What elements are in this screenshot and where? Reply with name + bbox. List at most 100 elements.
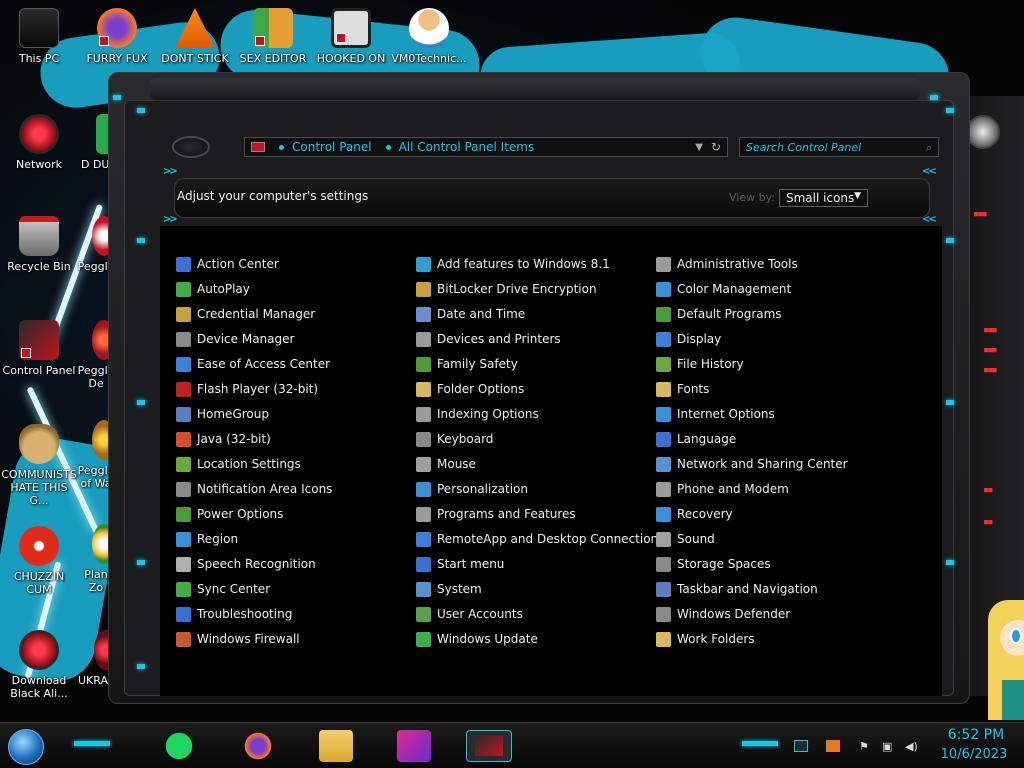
desktop-icon-chuzzin-cum[interactable]: CHUZZIN CUM (0, 526, 78, 596)
control-panel-item[interactable]: Network and Sharing Center (656, 454, 848, 474)
control-panel-item[interactable]: Windows Firewall (176, 629, 300, 649)
control-panel-item-label: AutoPlay (197, 282, 250, 296)
control-panel-item[interactable]: Device Manager (176, 329, 294, 349)
control-panel-item[interactable]: Sync Center (176, 579, 270, 599)
control-panel-item-label: Windows Firewall (197, 632, 300, 646)
control-panel-item[interactable]: Region (176, 529, 238, 549)
control-panel-item[interactable]: Action Center (176, 254, 279, 274)
firefox-icon[interactable] (241, 730, 275, 762)
gadget-readout: ■■■ (984, 366, 997, 374)
desktop-icon-recycle-bin[interactable]: Recycle Bin (0, 216, 78, 273)
control-panel-item[interactable]: Start menu (416, 554, 504, 574)
address-bar[interactable]: Control Panel All Control Panel Items ▼ … (244, 137, 728, 157)
control-panel-item[interactable]: Folder Options (416, 379, 524, 399)
control-panel-item[interactable]: Personalization (416, 479, 528, 499)
media-icon[interactable] (397, 730, 431, 762)
autoplay-icon (176, 281, 191, 297)
search-input[interactable]: Search Control Panel ⌕ (739, 137, 939, 157)
control-panel-item[interactable]: User Accounts (416, 604, 523, 624)
desktop-icon-download-black-ali[interactable]: Download Black Ali... (0, 630, 78, 700)
storage-spaces-icon (656, 556, 671, 572)
control-panel-item[interactable]: Phone and Modem (656, 479, 789, 499)
add-features-icon (416, 256, 431, 272)
chevron-down-icon[interactable]: ▼ (695, 142, 703, 153)
clock-time[interactable]: 6:52 PM (941, 727, 1011, 743)
control-panel-item[interactable]: BitLocker Drive Encryption (416, 279, 597, 299)
control-panel-item[interactable]: Devices and Printers (416, 329, 561, 349)
control-panel-item[interactable]: Administrative Tools (656, 254, 798, 274)
control-panel-item[interactable]: HomeGroup (176, 404, 269, 424)
control-panel-item[interactable]: Flash Player (32-bit) (176, 379, 318, 399)
control-panel-item[interactable]: Indexing Options (416, 404, 539, 424)
desktop-icon-dont-stick[interactable]: DONT STICK (156, 8, 234, 65)
control-panel-taskbar-button[interactable] (466, 730, 512, 762)
control-panel-item[interactable]: RemoteApp and Desktop Connections (416, 529, 664, 549)
control-panel-item[interactable]: Storage Spaces (656, 554, 771, 574)
spotify-icon[interactable] (162, 730, 196, 762)
display-tray-icon[interactable] (794, 740, 808, 752)
desktop-icon-hooked-on[interactable]: HOOKED ON (312, 8, 390, 65)
network-icon[interactable]: ▣ (882, 740, 896, 753)
control-panel-item[interactable]: Color Management (656, 279, 791, 299)
search-icon[interactable]: ⌕ (926, 141, 932, 155)
desktop-icon-sex-editor[interactable]: SEX EDITOR (234, 8, 312, 65)
control-panel-item[interactable]: Default Programs (656, 304, 782, 324)
control-panel-item[interactable]: Sound (656, 529, 715, 549)
control-panel-item-label: Default Programs (677, 307, 782, 321)
start-button[interactable] (8, 729, 44, 765)
window-title-bar[interactable] (150, 78, 920, 100)
control-panel-item[interactable]: System (416, 579, 482, 599)
clock-date[interactable]: 10/6/2023 (934, 747, 1014, 762)
control-panel-item[interactable]: Troubleshooting (176, 604, 292, 624)
app-tray-icon[interactable] (826, 740, 840, 752)
control-panel-item[interactable]: Power Options (176, 504, 283, 524)
personalization-icon (416, 481, 431, 497)
control-panel-item[interactable]: Mouse (416, 454, 476, 474)
back-button[interactable] (172, 136, 210, 158)
control-panel-item[interactable]: Family Safety (416, 354, 518, 374)
view-by-dropdown[interactable]: Small icons ▼ (779, 189, 868, 207)
control-panel-item[interactable]: AutoPlay (176, 279, 250, 299)
control-panel-item[interactable]: Internet Options (656, 404, 775, 424)
control-panel-item[interactable]: Taskbar and Navigation (656, 579, 818, 599)
control-panel-item[interactable]: Date and Time (416, 304, 525, 324)
breadcrumb-separator (385, 144, 391, 150)
volume-icon[interactable]: ◀) (905, 740, 919, 753)
control-panel-item[interactable]: Work Folders (656, 629, 755, 649)
breadcrumb-control-panel[interactable]: Control Panel (292, 140, 372, 154)
control-panel-item[interactable]: Windows Update (416, 629, 538, 649)
control-panel-item-label: Family Safety (437, 357, 518, 371)
control-panel-item[interactable]: Language (656, 429, 736, 449)
desktop-icon-furry-fux[interactable]: FURRY FUX (78, 8, 156, 65)
desktop-icon-vm0technic[interactable]: VM0Technic... (390, 8, 468, 65)
taskbar-accent (742, 741, 778, 746)
control-panel-item[interactable]: Windows Defender (656, 604, 790, 624)
breadcrumb-all-items[interactable]: All Control Panel Items (399, 140, 535, 154)
desktop-icon-this-pc[interactable]: This PC (0, 8, 78, 65)
desktop-icon-control-panel[interactable]: Control Panel (0, 320, 78, 377)
control-panel-item[interactable]: Java (32-bit) (176, 429, 271, 449)
control-panel-item[interactable]: Notification Area Icons (176, 479, 332, 499)
control-panel-item[interactable]: Location Settings (176, 454, 301, 474)
control-panel-item[interactable]: Credential Manager (176, 304, 315, 324)
file-explorer-icon[interactable] (319, 730, 353, 762)
microphone-icon (176, 556, 191, 572)
desktop-icon-communists[interactable]: COMMUNISTS HATE THIS G... (0, 424, 78, 507)
work-folders-icon (656, 631, 671, 647)
control-panel-item[interactable]: Speech Recognition (176, 554, 316, 574)
control-panel-item-label: Internet Options (677, 407, 775, 421)
control-panel-item[interactable]: Fonts (656, 379, 709, 399)
flag-icon[interactable]: ⚑ (859, 740, 873, 753)
power-icon (176, 506, 191, 522)
control-panel-item[interactable]: Display (656, 329, 721, 349)
desktop-icon-network[interactable]: Network (0, 114, 78, 171)
refresh-icon[interactable]: ↻ (711, 140, 721, 154)
hooked-on-icon (331, 8, 371, 48)
breadcrumb-separator (279, 144, 284, 150)
control-panel-item[interactable]: File History (656, 354, 744, 374)
control-panel-item[interactable]: Ease of Access Center (176, 354, 330, 374)
control-panel-item[interactable]: Programs and Features (416, 504, 576, 524)
control-panel-item[interactable]: Add features to Windows 8.1 (416, 254, 610, 274)
control-panel-item[interactable]: Recovery (656, 504, 733, 524)
control-panel-item[interactable]: Keyboard (416, 429, 493, 449)
